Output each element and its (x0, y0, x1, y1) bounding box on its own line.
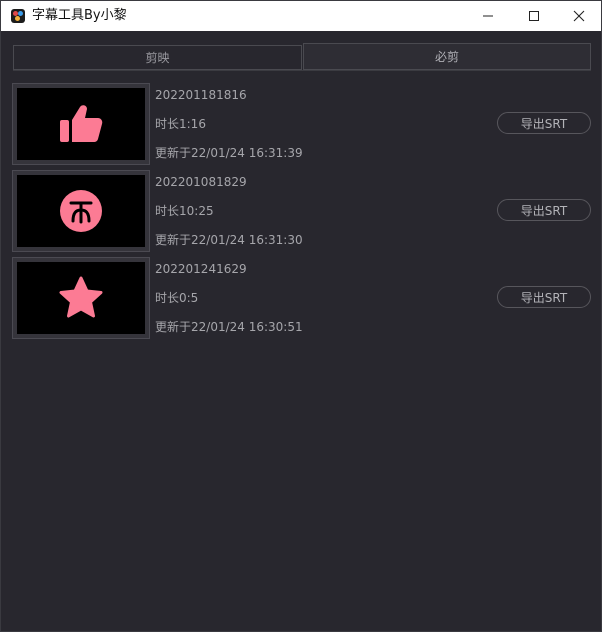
tab-jianying[interactable]: 剪映 (13, 45, 302, 70)
project-duration: 时长0:5 (155, 291, 199, 305)
project-name: 202201181816 (155, 88, 247, 102)
project-updated: 更新于22/01/24 16:30:51 (155, 320, 303, 334)
export-srt-button[interactable]: 导出SRT (497, 112, 591, 134)
project-row[interactable]: 202201241629 时长0:5 更新于22/01/24 16:30:51 … (12, 257, 592, 339)
project-thumbnail[interactable] (12, 257, 150, 339)
export-srt-button[interactable]: 导出SRT (497, 199, 591, 221)
tab-bijian[interactable]: 必剪 (303, 43, 591, 70)
close-button[interactable] (556, 1, 602, 31)
project-thumbnail[interactable] (12, 170, 150, 252)
project-duration: 时长10:25 (155, 204, 214, 218)
maximize-button[interactable] (511, 1, 557, 31)
export-srt-button[interactable]: 导出SRT (497, 286, 591, 308)
coin-icon (60, 190, 102, 232)
minimize-button[interactable] (465, 1, 511, 31)
minimize-icon (483, 15, 493, 17)
tab-divider (13, 70, 591, 71)
thumbs-up-icon (60, 105, 103, 142)
project-row[interactable]: 202201081829 时长10:25 更新于22/01/24 16:31:3… (12, 170, 592, 252)
maximize-icon (529, 11, 539, 21)
project-name: 202201081829 (155, 175, 247, 189)
project-row[interactable]: 202201181816 时长1:16 更新于22/01/24 16:31:39… (12, 83, 592, 165)
project-updated: 更新于22/01/24 16:31:39 (155, 146, 303, 160)
app-window: 字幕工具By小黎 剪映 必剪 202201181816 时长1:16 更新于22… (0, 0, 602, 632)
window-title: 字幕工具By小黎 (32, 8, 127, 23)
project-duration: 时长1:16 (155, 117, 206, 131)
project-thumbnail[interactable] (12, 83, 150, 165)
close-icon (573, 10, 585, 22)
app-logo-icon (11, 9, 25, 23)
title-bar[interactable]: 字幕工具By小黎 (1, 1, 601, 31)
project-updated: 更新于22/01/24 16:31:30 (155, 233, 303, 247)
star-icon (59, 276, 103, 318)
project-name: 202201241629 (155, 262, 247, 276)
